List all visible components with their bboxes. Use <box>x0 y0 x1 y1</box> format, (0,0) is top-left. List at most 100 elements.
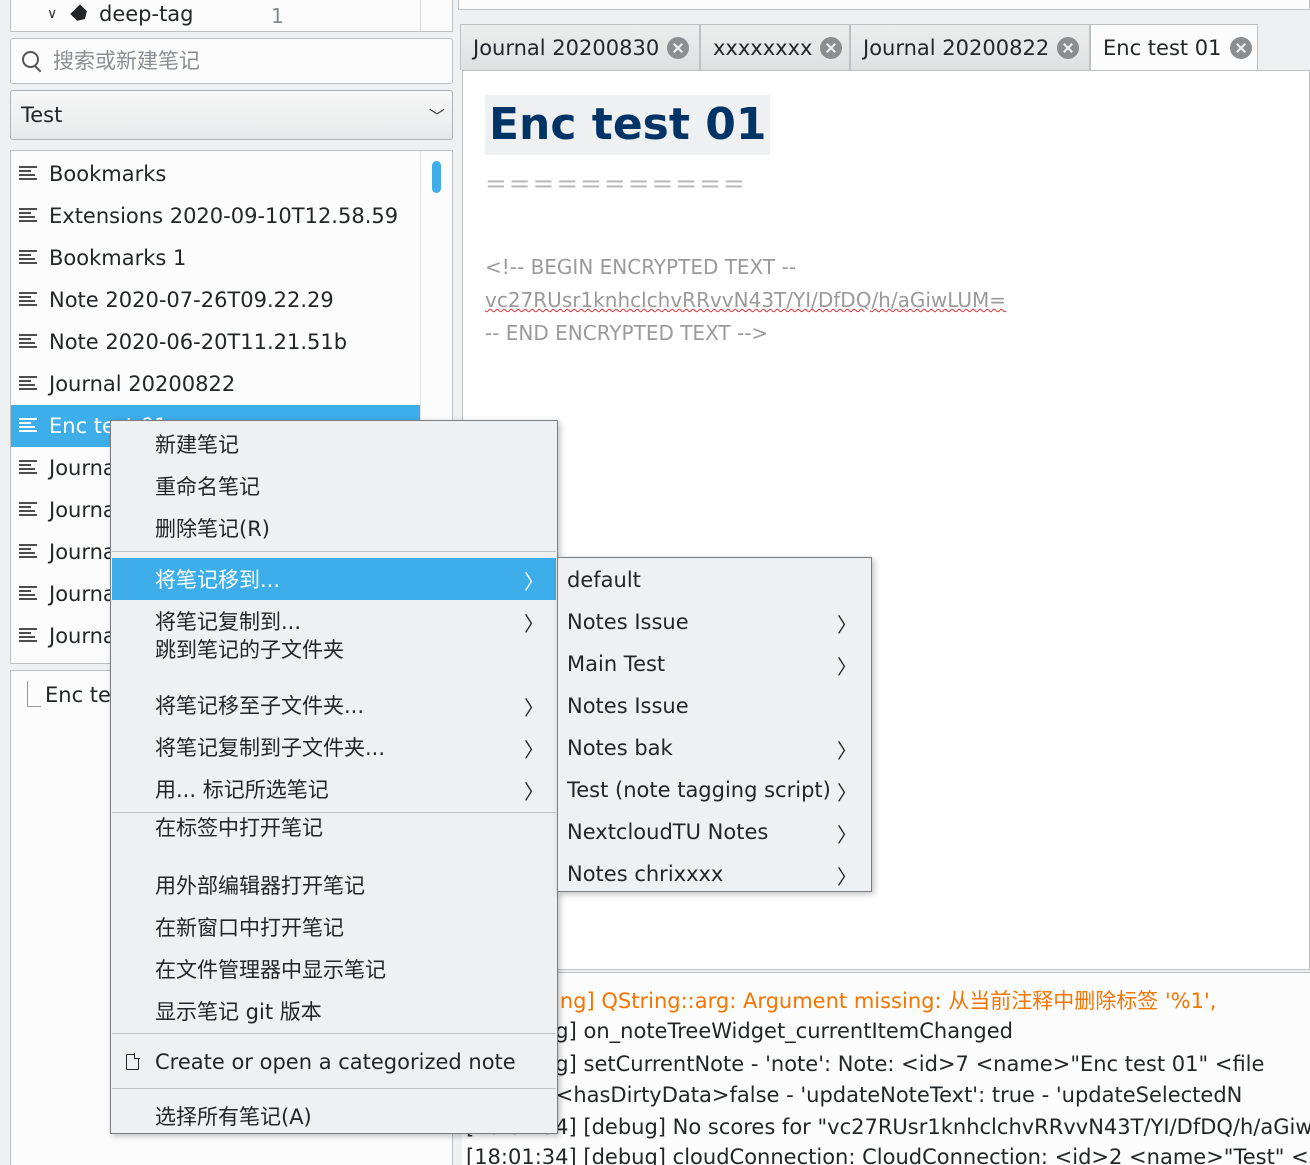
chevron-right-icon: 〉 <box>837 655 857 679</box>
scrollbar-thumb[interactable] <box>432 161 441 193</box>
top-panel-edge <box>458 0 1310 10</box>
note-list-item[interactable]: Bookmarks 1 <box>11 237 421 279</box>
tab-journal-20200830[interactable]: Journal 20200830 <box>460 24 700 70</box>
menu-item-label: 显示笔记 git 版本 <box>155 1000 322 1024</box>
tag-count: 1 <box>271 4 284 28</box>
note-list-item[interactable]: Note 2020-06-20T11.21.51b <box>11 321 421 363</box>
menu-item-new-note[interactable]: 新建笔记 <box>112 423 556 465</box>
chevron-down-icon: ﹀ <box>428 107 445 126</box>
note-list-item[interactable]: Journal 20200822 <box>11 363 421 405</box>
chevron-right-icon: 〉 <box>837 613 857 637</box>
menu-item-jump-to-subfolder[interactable]: 跳到笔记的子文件夹 <box>112 631 556 667</box>
menu-item-create-categorized-note[interactable]: Create or open a categorized note <box>112 1041 556 1083</box>
tag-tree-item[interactable]: ∨ deep-tag <box>47 2 194 26</box>
menu-item-show-in-file-manager[interactable]: 在文件管理器中显示笔记 <box>112 948 556 990</box>
submenu-item-folder[interactable]: Notes Issue 〉 <box>559 601 871 643</box>
menu-item-tag-selected[interactable]: 用... 标记所选笔记 〉 <box>112 768 556 810</box>
menu-item-move-to-subfolder[interactable]: 将笔记移至子文件夹... 〉 <box>112 684 556 726</box>
menu-item-label: 用... 标记所选笔记 <box>155 778 329 802</box>
note-list-item[interactable]: Extensions 2020-09-10T12.58.59 <box>11 195 421 237</box>
menu-separator <box>112 1033 556 1034</box>
note-lines-icon <box>19 376 37 392</box>
note-list-item[interactable]: Note 2020-07-26T09.22.29 <box>11 279 421 321</box>
chevron-right-icon: 〉 <box>524 780 544 804</box>
submenu-item-folder[interactable]: Test (note tagging script) 〉 <box>559 769 871 811</box>
menu-item-show-git-versions[interactable]: 显示笔记 git 版本 <box>112 990 556 1032</box>
move-note-submenu: default Notes Issue 〉 Main Test 〉 Notes Issue… <box>557 557 872 892</box>
menu-item-label: 在新窗口中打开笔记 <box>155 916 344 940</box>
submenu-item-folder[interactable]: default <box>559 559 871 601</box>
submenu-item-label: Test (note tagging script) <box>567 778 831 802</box>
tab-journal-20200822[interactable]: Journal 20200822 <box>850 24 1090 70</box>
folder-select-value: Test <box>21 103 63 127</box>
tab-xxxxxxxx[interactable]: xxxxxxxx <box>700 24 850 70</box>
menu-item-rename-note[interactable]: 重命名笔记 <box>112 465 556 507</box>
close-icon[interactable] <box>667 36 690 59</box>
tag-tree: ∨ deep-tag 1 <box>10 0 453 32</box>
log-panel[interactable]: 3] [warning] QString::arg: Argument miss… <box>462 972 1310 1165</box>
submenu-item-folder[interactable]: Notes bak 〉 <box>559 727 871 769</box>
chevron-right-icon: 〉 <box>524 696 544 720</box>
note-list-item-label: Bookmarks 1 <box>49 246 187 270</box>
search-box <box>10 38 453 84</box>
encrypted-begin-marker: <!-- BEGIN ENCRYPTED TEXT -- <box>485 255 796 279</box>
menu-item-label: 选择所有笔记(A) <box>155 1105 312 1129</box>
close-icon[interactable] <box>820 36 843 59</box>
close-icon[interactable] <box>1057 36 1080 59</box>
submenu-item-label: Main Test <box>567 652 666 676</box>
note-list-item[interactable]: Bookmarks <box>11 153 421 195</box>
tab-label: xxxxxxxx <box>713 35 813 60</box>
menu-item-open-in-tab[interactable]: 在标签中打开笔记 <box>112 809 556 845</box>
menu-item-label: 将笔记移至子文件夹... <box>155 694 365 718</box>
note-list-item-label: Bookmarks <box>49 162 167 186</box>
menu-item-label: 将笔记复制到子文件夹... <box>155 736 386 760</box>
submenu-item-folder[interactable]: Notes Issue <box>559 685 871 727</box>
menu-item-move-note[interactable]: 将笔记移到... 〉 <box>112 558 556 600</box>
note-lines-icon <box>19 334 37 350</box>
menu-item-label: 在标签中打开笔记 <box>155 816 323 840</box>
note-lines-icon <box>19 208 37 224</box>
note-lines-icon <box>19 418 37 434</box>
submenu-item-label: Notes bak <box>567 736 673 760</box>
log-line: [18:01:34] [debug] cloudConnection: Clou… <box>466 1145 1310 1165</box>
submenu-item-folder[interactable]: NextcloudTU Notes 〉 <box>559 811 871 853</box>
note-lines-icon <box>19 460 37 476</box>
close-icon[interactable] <box>1229 36 1252 59</box>
menu-separator <box>112 551 556 552</box>
chevron-down-icon[interactable]: ∨ <box>47 6 67 22</box>
menu-item-delete-note[interactable]: 删除笔记(R) <box>112 507 556 549</box>
tab-enc-test-01[interactable]: Enc test 01 <box>1090 24 1258 70</box>
note-list-item-label: Journal 20200822 <box>49 372 236 396</box>
submenu-item-folder[interactable]: Notes chrixxxx 〉 <box>559 853 871 895</box>
note-lines-icon <box>19 544 37 560</box>
menu-item-open-external-editor[interactable]: 用外部编辑器打开笔记 <box>112 864 556 906</box>
chevron-right-icon: 〉 <box>837 739 857 763</box>
tree-branch-line <box>27 681 41 707</box>
tab-label: Enc test 01 <box>1103 35 1222 60</box>
new-document-icon <box>126 1053 140 1070</box>
note-list-item-label: Extensions 2020-09-10T12.58.59 <box>49 204 399 228</box>
tab-label: Journal 20200830 <box>473 35 660 60</box>
encrypted-text: vc27RUsr1knhclchvRRvvN43T/YI/DfDQ/h/aGiw… <box>485 288 1007 312</box>
search-input[interactable] <box>53 49 433 73</box>
chevron-right-icon: 〉 <box>837 781 857 805</box>
tag-tree-scrollbar[interactable] <box>420 0 452 31</box>
note-lines-icon <box>19 502 37 518</box>
menu-item-select-all-notes[interactable]: 选择所有笔记(A) <box>112 1095 556 1137</box>
menu-item-label: 用外部编辑器打开笔记 <box>155 874 365 898</box>
menu-item-label: 新建笔记 <box>155 433 239 457</box>
tag-label: deep-tag <box>99 2 194 26</box>
encrypted-end-marker: -- END ENCRYPTED TEXT --> <box>485 321 769 345</box>
submenu-item-label: Notes chrixxxx <box>567 862 724 886</box>
note-lines-icon <box>19 250 37 266</box>
menu-item-copy-to-subfolder[interactable]: 将笔记复制到子文件夹... 〉 <box>112 726 556 768</box>
note-list-item-label: Note 2020-06-20T11.21.51b <box>49 330 348 354</box>
note-lines-icon <box>19 586 37 602</box>
note-folder-select[interactable]: Test ﹀ <box>10 90 453 140</box>
chevron-right-icon: 〉 <box>524 570 544 594</box>
menu-item-label: 删除笔记(R) <box>155 517 270 541</box>
menu-item-open-new-window[interactable]: 在新窗口中打开笔记 <box>112 906 556 948</box>
log-line-warning: 3] [warning] QString::arg: Argument miss… <box>466 989 1217 1013</box>
menu-item-label: 跳到笔记的子文件夹 <box>155 638 344 662</box>
submenu-item-folder[interactable]: Main Test 〉 <box>559 643 871 685</box>
